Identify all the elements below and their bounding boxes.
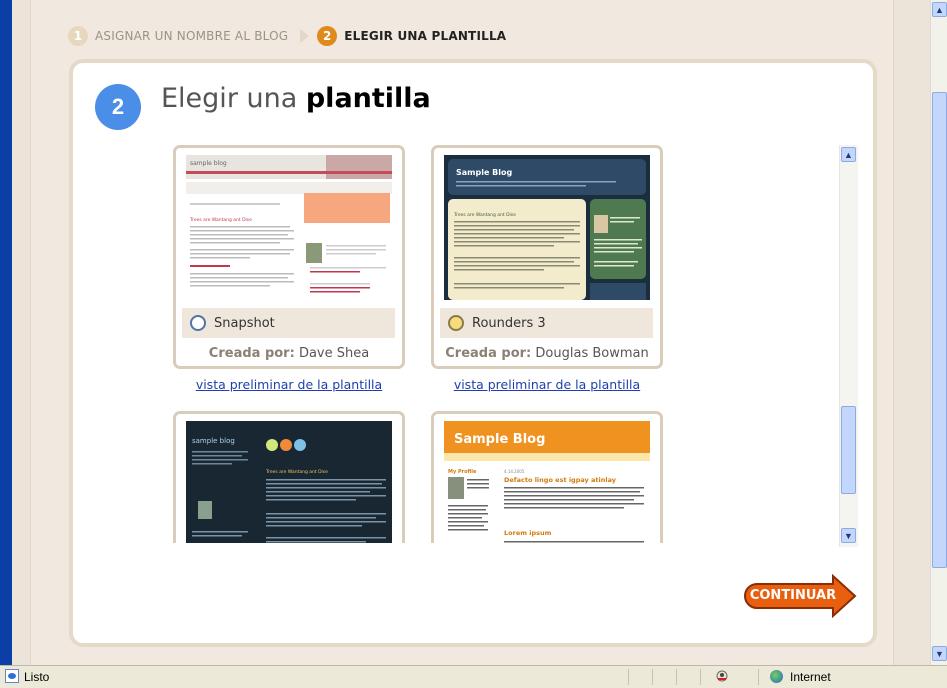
template-author: Creada por: Dave Shea — [176, 346, 402, 361]
step-arrow-icon — [300, 29, 310, 43]
template-radio-snapshot[interactable] — [190, 315, 206, 331]
browser-scroll-up-icon[interactable]: ▲ — [932, 2, 947, 17]
template-frame: sample blog Trees are Wantang ant Dise — [173, 145, 405, 369]
step-1-badge: 1 — [68, 26, 88, 46]
author-prefix: Creada por: — [445, 346, 532, 361]
step-2-badge: 2 — [317, 26, 338, 46]
template-list-scrollbar[interactable]: ▲ ▼ — [839, 145, 858, 547]
scroll-down-icon[interactable]: ▼ — [841, 528, 856, 543]
section-number-badge: 2 — [95, 84, 141, 130]
author-prefix: Creada por: — [208, 346, 295, 361]
wizard-steps: 1 ASIGNAR UN NOMBRE AL BLOG 2 ELEGIR UNA… — [68, 24, 506, 48]
thumb-post-title: Trees are Wantang ant Dise — [453, 212, 516, 218]
thumb-title: sample blog — [190, 160, 227, 167]
template-dark[interactable]: sample blog Trees are Wantang ant Dise — [173, 411, 405, 543]
status-divider — [628, 669, 629, 685]
template-thumbnail[interactable]: sample blog Trees are Wantang ant Dise — [186, 155, 392, 300]
thumb-title: sample blog — [192, 437, 235, 445]
continue-label: CONTINUAR — [749, 588, 837, 603]
status-bar: Listo Internet — [0, 665, 947, 688]
thumb-profile: My Profile — [448, 469, 477, 475]
template-thumbnail[interactable]: Sample Blog Trees are Wantang ant Dise — [444, 155, 650, 300]
window-frame-left — [0, 0, 12, 665]
browser-scrollbar-thumb[interactable] — [932, 92, 947, 568]
thumb-lorem: Lorem ipsum — [504, 529, 552, 537]
template-option-rounders-3[interactable]: Rounders 3 — [440, 308, 653, 338]
template-thumbnail[interactable]: Sample Blog My Profile 4.14.2005 Defacto… — [444, 421, 650, 543]
preview-link-snapshot[interactable]: vista preliminar de la plantilla — [173, 377, 405, 392]
thumb-date: 4.14.2005 — [504, 469, 525, 474]
scroll-up-icon[interactable]: ▲ — [841, 147, 856, 162]
browser-scrollbar[interactable]: ▲ ▼ — [930, 0, 947, 665]
privacy-icon[interactable] — [715, 669, 729, 683]
thumb-post-title: Trees are Wantang ant Dise — [265, 469, 328, 475]
title-plain: Elegir una — [161, 83, 306, 114]
template-frame: sample blog Trees are Wantang ant Dise — [173, 411, 405, 543]
status-divider — [652, 669, 653, 685]
template-rounders-3[interactable]: Sample Blog Trees are Wantang ant Dise R… — [431, 145, 663, 392]
status-divider — [676, 669, 677, 685]
template-frame: Sample Blog My Profile 4.14.2005 Defacto… — [431, 411, 663, 543]
template-snapshot[interactable]: sample blog Trees are Wantang ant Dise S… — [173, 145, 405, 392]
template-author: Creada por: Douglas Bowman — [434, 346, 660, 361]
thumb-title: Sample Blog — [454, 432, 545, 447]
step-2-label: ELEGIR UNA PLANTILLA — [344, 29, 507, 43]
thumb-title: Sample Blog — [456, 168, 513, 177]
internet-globe-icon — [770, 670, 783, 683]
template-orange[interactable]: Sample Blog My Profile 4.14.2005 Defacto… — [431, 411, 663, 543]
title-bold: plantilla — [305, 83, 431, 114]
template-name: Rounders 3 — [472, 315, 546, 331]
preview-link-rounders-3[interactable]: vista preliminar de la plantilla — [431, 377, 663, 392]
status-text: Listo — [24, 670, 50, 684]
template-option-snapshot[interactable]: Snapshot — [182, 308, 395, 338]
security-zone: Internet — [790, 670, 831, 684]
template-name: Snapshot — [214, 315, 275, 331]
author-name: Dave Shea — [298, 346, 370, 361]
thumb-post-title: Defacto lingo est igpay atinlay — [504, 476, 617, 484]
browser-scroll-down-icon[interactable]: ▼ — [932, 646, 947, 661]
status-divider — [700, 669, 701, 685]
scrollbar-thumb[interactable] — [841, 406, 856, 494]
template-card: 2 Elegir una plantilla sample blog Trees — [69, 59, 877, 647]
continue-button[interactable]: CONTINUAR — [743, 573, 859, 619]
status-divider — [758, 669, 759, 685]
page-title: Elegir una plantilla — [161, 83, 431, 114]
template-radio-rounders-3[interactable] — [448, 315, 464, 331]
template-list[interactable]: sample blog Trees are Wantang ant Dise S… — [173, 145, 841, 543]
template-frame: Sample Blog Trees are Wantang ant Dise R… — [431, 145, 663, 369]
thumb-post-title: Trees are Wantang ant Dise — [189, 217, 252, 223]
page-icon — [5, 669, 19, 683]
template-thumbnail[interactable]: sample blog Trees are Wantang ant Dise — [186, 421, 392, 543]
step-1-label: ASIGNAR UN NOMBRE AL BLOG — [95, 29, 289, 43]
author-name: Douglas Bowman — [535, 346, 649, 361]
